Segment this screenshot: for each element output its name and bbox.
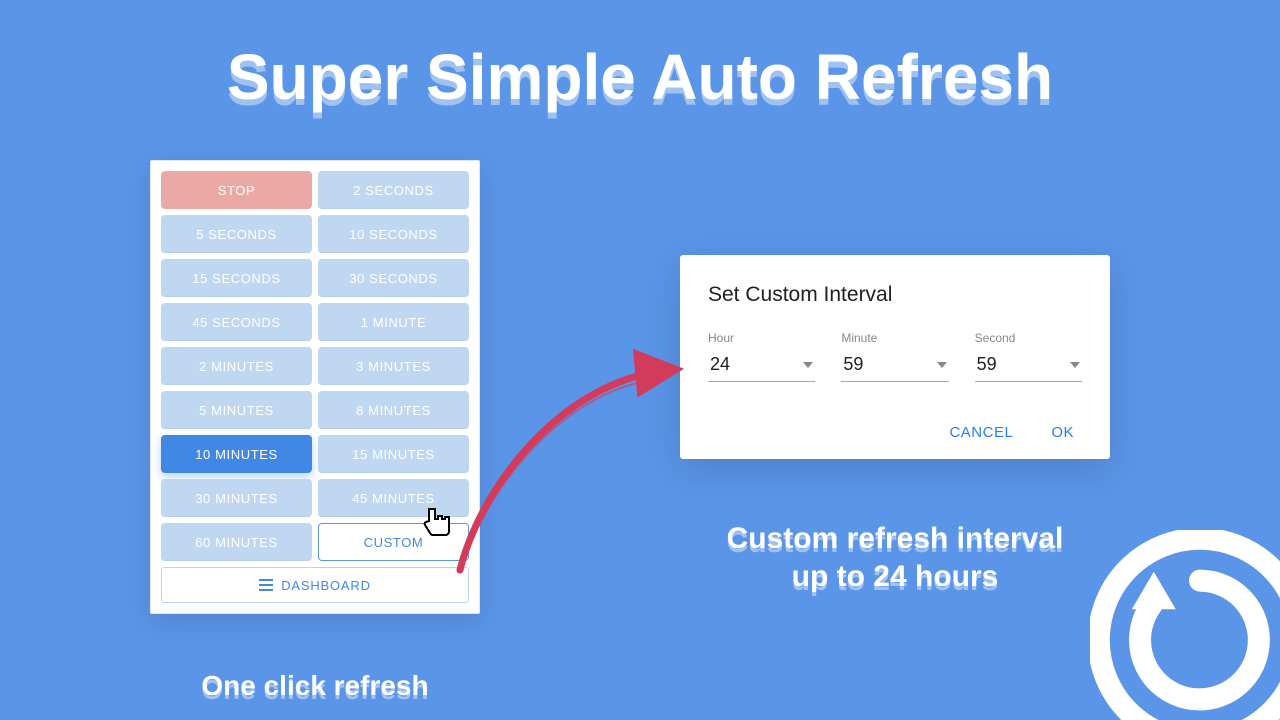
caption-right-text: Custom refresh intervalup to 24 hours <box>640 520 1150 595</box>
minute-field: Minute 59 <box>841 331 948 382</box>
interval-button[interactable]: 15 MINUTES <box>318 435 469 473</box>
hour-field: Hour 24 <box>708 331 815 382</box>
custom-interval-dialog: Set Custom Interval Hour 24 Minute 59 Se… <box>680 255 1110 459</box>
second-label: Second <box>975 331 1082 345</box>
page-title-text: Super Simple Auto Refresh <box>0 40 1280 114</box>
dialog-fields: Hour 24 Minute 59 Second 59 <box>708 331 1082 382</box>
interval-button[interactable]: 30 MINUTES <box>161 479 312 517</box>
refresh-logo-icon <box>1090 530 1280 720</box>
page-title: Super Simple Auto Refresh Super Simple A… <box>0 40 1280 114</box>
interval-button[interactable]: 10 SECONDS <box>318 215 469 253</box>
interval-button[interactable]: 2 SECONDS <box>318 171 469 209</box>
interval-button[interactable]: 1 MINUTE <box>318 303 469 341</box>
chevron-down-icon <box>803 362 813 368</box>
dialog-actions: CANCEL OK <box>708 424 1082 441</box>
minute-select[interactable]: 59 <box>841 349 948 382</box>
interval-grid: STOP2 SECONDS5 SECONDS10 SECONDS15 SECON… <box>161 171 469 561</box>
interval-button[interactable]: 5 SECONDS <box>161 215 312 253</box>
second-field: Second 59 <box>975 331 1082 382</box>
interval-button[interactable]: 5 MINUTES <box>161 391 312 429</box>
interval-button[interactable]: 10 MINUTES <box>161 435 312 473</box>
dashboard-label: DASHBOARD <box>281 578 371 593</box>
hour-select[interactable]: 24 <box>708 349 815 382</box>
interval-panel: STOP2 SECONDS5 SECONDS10 SECONDS15 SECON… <box>150 160 480 614</box>
interval-button[interactable]: CUSTOM <box>318 523 469 561</box>
interval-button[interactable]: 3 MINUTES <box>318 347 469 385</box>
second-select[interactable]: 59 <box>975 349 1082 382</box>
interval-button[interactable]: 60 MINUTES <box>161 523 312 561</box>
chevron-down-icon <box>1070 362 1080 368</box>
interval-button[interactable]: 45 SECONDS <box>161 303 312 341</box>
menu-icon <box>259 579 273 591</box>
dashboard-button[interactable]: DASHBOARD <box>161 567 469 603</box>
interval-button[interactable]: STOP <box>161 171 312 209</box>
interval-button[interactable]: 8 MINUTES <box>318 391 469 429</box>
cancel-button[interactable]: CANCEL <box>949 424 1013 441</box>
second-value: 59 <box>977 354 997 375</box>
ok-button[interactable]: OK <box>1051 424 1074 441</box>
interval-button[interactable]: 2 MINUTES <box>161 347 312 385</box>
interval-button[interactable]: 30 SECONDS <box>318 259 469 297</box>
hour-label: Hour <box>708 331 815 345</box>
hour-value: 24 <box>710 354 730 375</box>
caption-left-text: One click refresh <box>150 670 480 702</box>
interval-button[interactable]: 15 SECONDS <box>161 259 312 297</box>
dialog-title: Set Custom Interval <box>708 283 1082 307</box>
chevron-down-icon <box>937 362 947 368</box>
interval-button[interactable]: 45 MINUTES <box>318 479 469 517</box>
minute-label: Minute <box>841 331 948 345</box>
minute-value: 59 <box>843 354 863 375</box>
